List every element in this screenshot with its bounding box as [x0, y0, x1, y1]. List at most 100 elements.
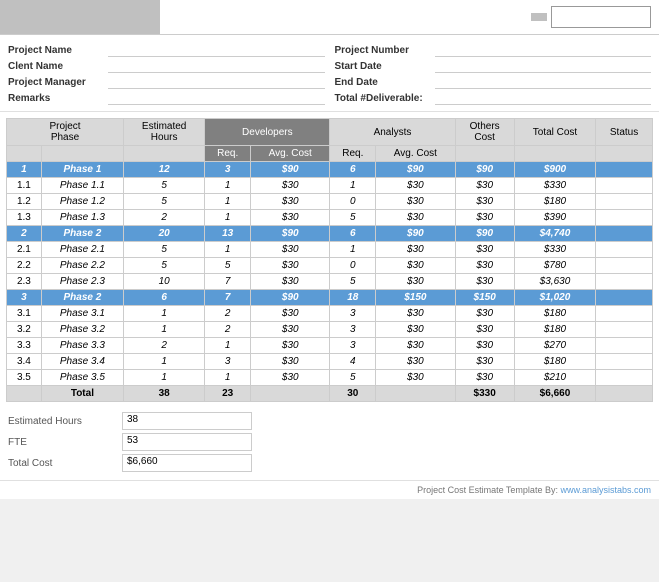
col-status-sub: [596, 146, 653, 162]
row-name: Phase 1.3: [41, 210, 123, 226]
row-ana-avg: $30: [376, 178, 455, 194]
row-total: $210: [514, 370, 595, 386]
row-num: 3.1: [7, 306, 42, 322]
col-developers: Developers: [205, 119, 330, 146]
row-hours: 2: [124, 210, 205, 226]
col-ana-req: Req.: [330, 146, 376, 162]
row-hours: 1: [124, 306, 205, 322]
row-name: Phase 1.1: [41, 178, 123, 194]
row-others: $30: [455, 370, 514, 386]
row-hours: 1: [124, 322, 205, 338]
row-ana-avg: $30: [376, 242, 455, 258]
row-total: $6,660: [514, 386, 595, 402]
table-row: 2.2 Phase 2.2 5 5 $30 0 $30 $30 $780: [7, 258, 653, 274]
row-total: $780: [514, 258, 595, 274]
row-ana-avg: $30: [376, 322, 455, 338]
row-num: 2.3: [7, 274, 42, 290]
row-dev-avg: $30: [251, 306, 330, 322]
header-row-1: ProjectPhase EstimatedHours Developers A…: [7, 119, 653, 146]
row-num: 3.3: [7, 338, 42, 354]
row-hours: 38: [124, 386, 205, 402]
row-ana-req: 3: [330, 322, 376, 338]
row-dev-req: 7: [205, 290, 251, 306]
row-ana-avg: $30: [376, 194, 455, 210]
row-name: Phase 3.3: [41, 338, 123, 354]
client-name-value: [108, 59, 325, 73]
row-name: Phase 2.3: [41, 274, 123, 290]
row-dev-avg: $30: [251, 322, 330, 338]
row-name: Phase 2.2: [41, 258, 123, 274]
table-row: Total 38 23 30 $330 $6,660: [7, 386, 653, 402]
table-row: 3 Phase 2 6 7 $90 18 $150 $150 $1,020: [7, 290, 653, 306]
row-dev-avg: $90: [251, 162, 330, 178]
summary-section: Estimated Hours 38 FTE 53 Total Cost $6,…: [0, 404, 659, 476]
row-ana-avg: [376, 386, 455, 402]
row-total: $390: [514, 210, 595, 226]
row-name: Phase 1: [41, 162, 123, 178]
row-num: 2.1: [7, 242, 42, 258]
summary-hours-label: Estimated Hours: [8, 416, 118, 427]
col-num: [7, 146, 42, 162]
col-status: Status: [596, 119, 653, 146]
col-project-phase: ProjectPhase: [7, 119, 124, 146]
row-name: Phase 3.2: [41, 322, 123, 338]
row-total: $1,020: [514, 290, 595, 306]
row-num: 2.2: [7, 258, 42, 274]
row-dev-avg: $30: [251, 210, 330, 226]
col-estimated-hours: EstimatedHours: [124, 119, 205, 146]
row-others: $150: [455, 290, 514, 306]
col-total-cost: Total Cost: [514, 119, 595, 146]
info-row-deliverable: Total #Deliverable:: [335, 91, 652, 105]
row-dev-req: 3: [205, 162, 251, 178]
table-row: 2.3 Phase 2.3 10 7 $30 5 $30 $30 $3,630: [7, 274, 653, 290]
info-row-client: Clent Name: [8, 59, 325, 73]
date-input[interactable]: [551, 6, 651, 28]
row-dev-req: 2: [205, 322, 251, 338]
row-ana-req: 5: [330, 274, 376, 290]
row-num: 3.5: [7, 370, 42, 386]
row-name: Phase 3.5: [41, 370, 123, 386]
row-hours: 2: [124, 338, 205, 354]
row-dev-req: 1: [205, 210, 251, 226]
row-dev-avg: $30: [251, 338, 330, 354]
summary-fte-row: FTE 53: [8, 433, 651, 451]
col-dev-avg: Avg. Cost: [251, 146, 330, 162]
row-dev-req: 13: [205, 226, 251, 242]
row-num: 1.2: [7, 194, 42, 210]
row-status: [596, 322, 653, 338]
row-dev-req: 1: [205, 338, 251, 354]
row-ana-avg: $90: [376, 162, 455, 178]
col-ana-avg: Avg. Cost: [376, 146, 455, 162]
row-ana-req: 0: [330, 258, 376, 274]
end-date-label: End Date: [335, 77, 435, 88]
deliverable-label: Total #Deliverable:: [335, 93, 435, 104]
row-dev-avg: $30: [251, 274, 330, 290]
row-hours: 5: [124, 178, 205, 194]
row-dev-avg: $90: [251, 226, 330, 242]
col-dev-req: Req.: [205, 146, 251, 162]
row-hours: 5: [124, 242, 205, 258]
row-total: $180: [514, 306, 595, 322]
row-dev-avg: $30: [251, 194, 330, 210]
row-total: $4,740: [514, 226, 595, 242]
row-num: 3: [7, 290, 42, 306]
row-status: [596, 354, 653, 370]
row-hours: 6: [124, 290, 205, 306]
table-row: 1.2 Phase 1.2 5 1 $30 0 $30 $30 $180: [7, 194, 653, 210]
row-ana-avg: $90: [376, 226, 455, 242]
table-row: 1 Phase 1 12 3 $90 6 $90 $90 $900: [7, 162, 653, 178]
row-ana-req: 4: [330, 354, 376, 370]
row-num: 2: [7, 226, 42, 242]
row-total: $900: [514, 162, 595, 178]
table-row: 3.1 Phase 3.1 1 2 $30 3 $30 $30 $180: [7, 306, 653, 322]
row-dev-avg: $30: [251, 258, 330, 274]
row-status: [596, 210, 653, 226]
row-dev-req: 3: [205, 354, 251, 370]
row-ana-req: 6: [330, 226, 376, 242]
project-name-label: Project Name: [8, 45, 108, 56]
row-others: $30: [455, 354, 514, 370]
row-others: $30: [455, 322, 514, 338]
table-row: 1.1 Phase 1.1 5 1 $30 1 $30 $30 $330: [7, 178, 653, 194]
row-dev-req: 1: [205, 178, 251, 194]
row-ana-req: 1: [330, 242, 376, 258]
